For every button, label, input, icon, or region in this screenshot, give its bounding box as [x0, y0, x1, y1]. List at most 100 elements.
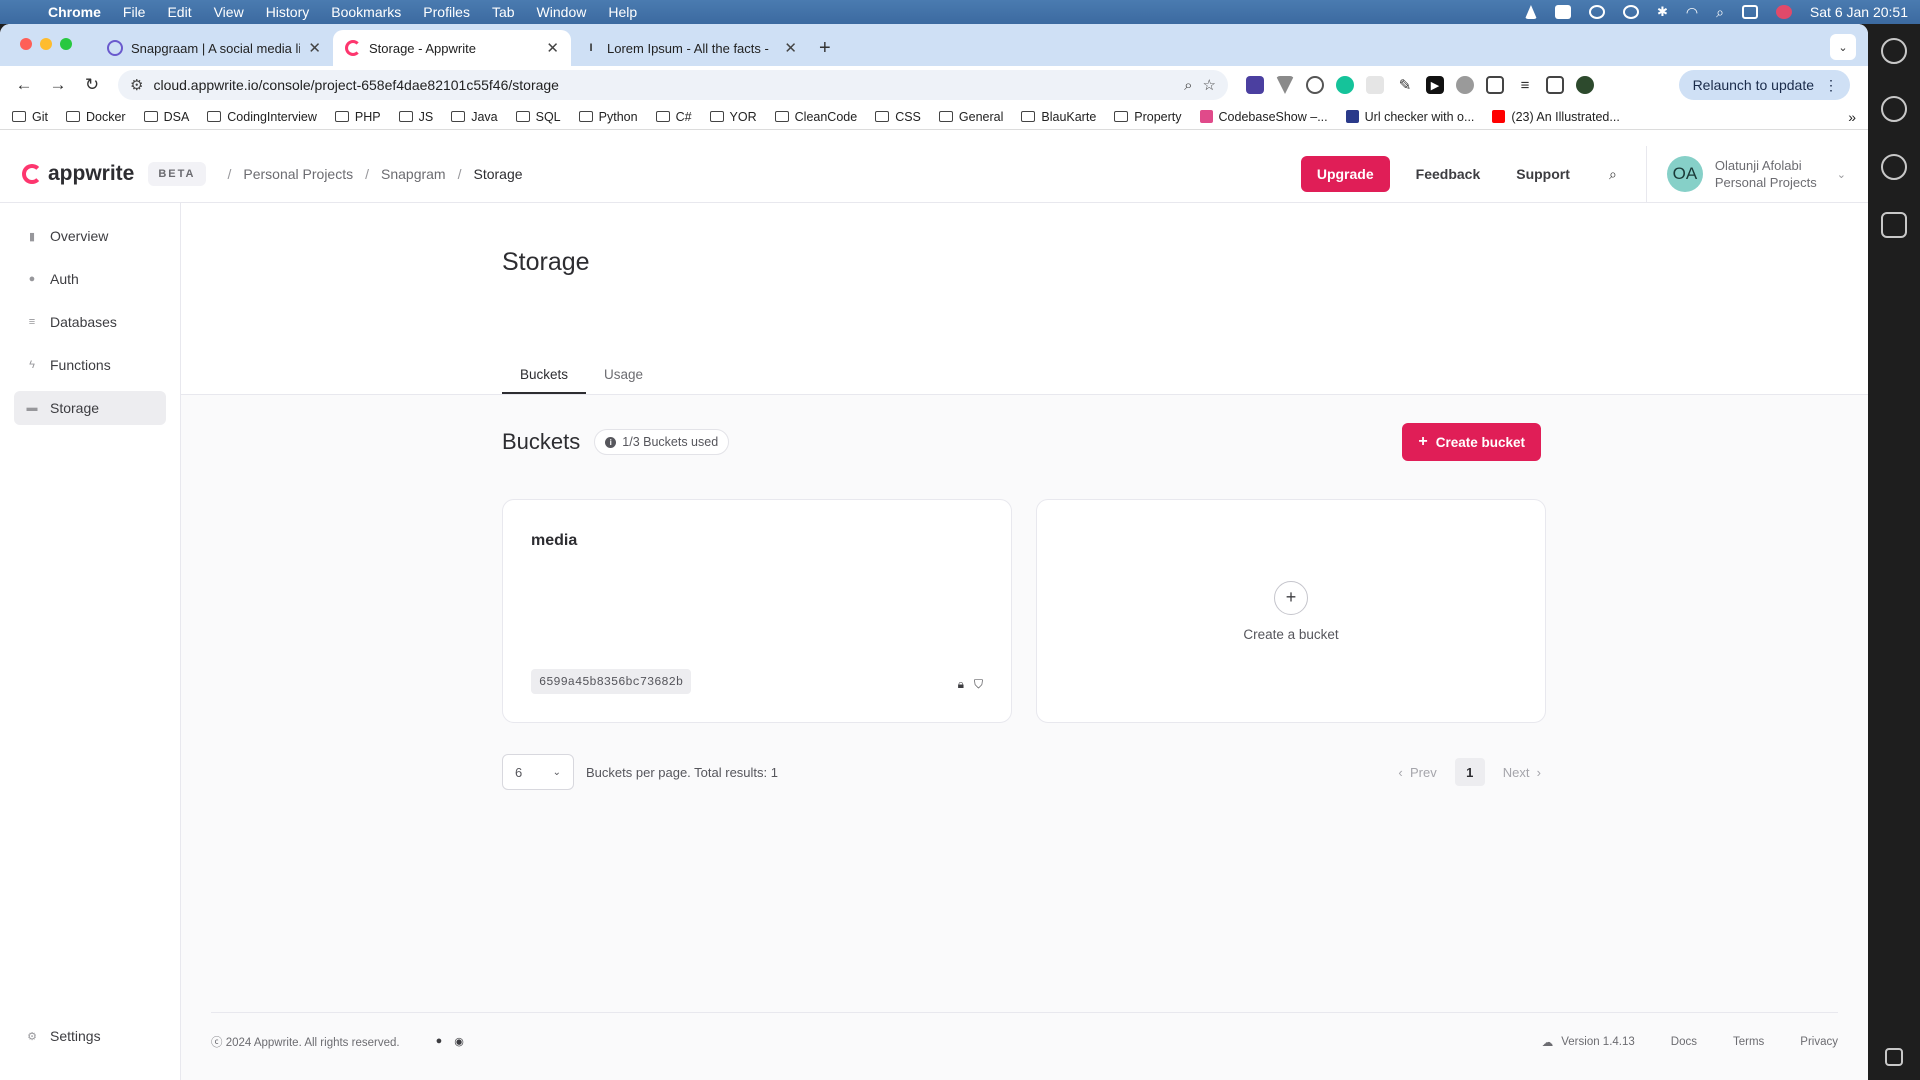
- bookmark-folder[interactable]: CleanCode: [774, 110, 857, 124]
- terms-link[interactable]: Terms: [1733, 1036, 1764, 1048]
- tab-usage[interactable]: Usage: [586, 367, 661, 394]
- bookmark-link[interactable]: Url checker with o...: [1345, 110, 1474, 124]
- sidebar-item-auth[interactable]: ● Auth: [14, 262, 166, 296]
- zoom-window-button[interactable]: [60, 38, 72, 50]
- close-tab-icon[interactable]: ✕: [546, 39, 559, 57]
- sidebar-item-overview[interactable]: ▮ Overview: [14, 219, 166, 253]
- support-button[interactable]: Support: [1506, 166, 1580, 182]
- page-number[interactable]: 1: [1454, 758, 1485, 786]
- browser-tab-lorem[interactable]: I Lorem Ipsum - All the facts - ✕: [571, 30, 809, 66]
- bell-icon[interactable]: [1881, 96, 1907, 122]
- bookmark-folder[interactable]: YOR: [709, 110, 757, 124]
- time-machine-icon[interactable]: [1622, 5, 1639, 19]
- next-page-button[interactable]: Next ›: [1503, 765, 1541, 780]
- close-window-button[interactable]: [20, 38, 32, 50]
- bookmark-folder[interactable]: General: [938, 110, 1003, 124]
- text-app-icon[interactable]: [1554, 5, 1571, 19]
- create-bucket-card[interactable]: + Create a bucket: [1036, 499, 1546, 723]
- menu-chrome[interactable]: Chrome: [48, 4, 101, 20]
- grammarly-icon[interactable]: [1336, 76, 1354, 94]
- menu-profiles[interactable]: Profiles: [423, 4, 470, 20]
- reload-icon[interactable]: ↻: [78, 71, 106, 99]
- bookmark-folder[interactable]: Java: [451, 110, 498, 124]
- extension-8-icon[interactable]: [1456, 76, 1474, 94]
- extension-5-icon[interactable]: [1366, 76, 1384, 94]
- sidebar-item-settings[interactable]: ⚙ Settings: [14, 1019, 101, 1053]
- sidebar-item-databases[interactable]: ≡ Databases: [14, 305, 166, 339]
- breadcrumb-project[interactable]: Snapgram: [381, 166, 446, 182]
- bookmark-link[interactable]: CodebaseShow –...: [1199, 110, 1328, 124]
- browser-tab-appwrite[interactable]: Storage - Appwrite ✕: [333, 30, 571, 66]
- extension-3-icon[interactable]: [1306, 76, 1324, 94]
- menu-edit[interactable]: Edit: [167, 4, 191, 20]
- vlc-icon[interactable]: [1524, 5, 1537, 19]
- expand-icon[interactable]: [1885, 1048, 1903, 1066]
- gear-icon[interactable]: [1881, 38, 1907, 64]
- zoom-icon[interactable]: ⌕: [1184, 77, 1192, 94]
- bluetooth-icon[interactable]: ✱: [1657, 4, 1668, 20]
- bookmark-folder[interactable]: Docker: [65, 110, 126, 124]
- forward-arrow-icon[interactable]: →: [44, 71, 72, 99]
- create-bucket-button[interactable]: + Create bucket: [1402, 423, 1541, 461]
- spotlight-icon[interactable]: ⌕: [1716, 4, 1724, 21]
- more-bookmarks-icon[interactable]: »: [1848, 109, 1856, 125]
- bookmark-folder[interactable]: BlauKarte: [1021, 110, 1096, 124]
- privacy-link[interactable]: Privacy: [1800, 1036, 1838, 1048]
- extension-1-icon[interactable]: [1246, 76, 1264, 94]
- address-bar[interactable]: ⚙ cloud.appwrite.io/console/project-658e…: [118, 70, 1228, 100]
- discord-icon[interactable]: ◉: [454, 1035, 464, 1048]
- back-arrow-icon[interactable]: ←: [10, 71, 38, 99]
- profile-avatar-icon[interactable]: [1576, 76, 1594, 94]
- menu-tab[interactable]: Tab: [492, 4, 515, 20]
- bookmark-folder[interactable]: PHP: [334, 110, 381, 124]
- menu-file[interactable]: File: [123, 4, 146, 20]
- pen-icon[interactable]: ✎: [1396, 76, 1414, 94]
- menu-help[interactable]: Help: [608, 4, 637, 20]
- side-panel-icon[interactable]: [1546, 76, 1564, 94]
- bookmark-folder[interactable]: DSA: [143, 110, 189, 124]
- feedback-button[interactable]: Feedback: [1406, 166, 1491, 182]
- minimize-window-button[interactable]: [40, 38, 52, 50]
- docs-link[interactable]: Docs: [1671, 1036, 1697, 1048]
- menu-view[interactable]: View: [214, 4, 244, 20]
- shield-check-icon[interactable]: [1881, 212, 1907, 238]
- site-settings-icon[interactable]: ⚙: [130, 76, 143, 94]
- control-center-icon[interactable]: [1741, 5, 1758, 19]
- tab-buckets[interactable]: Buckets: [502, 367, 587, 394]
- bookmark-folder[interactable]: Python: [578, 110, 638, 124]
- bookmark-folder[interactable]: CodingInterview: [207, 110, 317, 124]
- sidebar-item-functions[interactable]: ϟ Functions: [14, 348, 166, 382]
- bookmark-folder[interactable]: Property: [1114, 110, 1182, 124]
- menu-bookmarks[interactable]: Bookmarks: [331, 4, 401, 20]
- new-tab-button[interactable]: +: [809, 30, 841, 66]
- github-icon[interactable]: ●: [436, 1035, 443, 1048]
- search-icon[interactable]: ⌕: [1596, 166, 1630, 183]
- relaunch-button[interactable]: Relaunch to update ⋮: [1678, 70, 1850, 100]
- prev-page-button[interactable]: ‹ Prev: [1398, 765, 1436, 780]
- youtube-ext-icon[interactable]: ▶: [1426, 76, 1444, 94]
- bookmark-folder[interactable]: SQL: [515, 110, 561, 124]
- bookmark-folder[interactable]: CSS: [875, 110, 921, 124]
- tab-search-chevron-icon[interactable]: ⌄: [1830, 34, 1856, 60]
- bookmark-folder[interactable]: JS: [398, 110, 433, 124]
- bucket-card[interactable]: media 6599a45b8356bc73682b 🔒︎ ⛉: [502, 499, 1012, 723]
- menu-history[interactable]: History: [266, 4, 310, 20]
- bucket-id[interactable]: 6599a45b8356bc73682b: [531, 669, 692, 694]
- siri-icon[interactable]: [1775, 5, 1792, 19]
- wifi-icon[interactable]: ◠: [1686, 4, 1698, 21]
- close-tab-icon[interactable]: ✕: [308, 39, 321, 57]
- account-menu[interactable]: OA Olatunji Afolabi Personal Projects ⌄: [1645, 146, 1846, 202]
- upgrade-button[interactable]: Upgrade: [1300, 156, 1390, 192]
- per-page-select[interactable]: 6 ⌄: [502, 754, 574, 790]
- apple-icon[interactable]: [12, 4, 28, 20]
- extensions-puzzle-icon[interactable]: [1486, 76, 1504, 94]
- play-status-icon[interactable]: [1588, 5, 1605, 19]
- appwrite-logo[interactable]: appwrite: [22, 162, 134, 186]
- vue-devtools-icon[interactable]: [1276, 76, 1294, 94]
- bookmark-folder[interactable]: C#: [655, 110, 692, 124]
- sidebar-item-storage[interactable]: ▬ Storage: [14, 391, 166, 425]
- menu-window[interactable]: Window: [537, 4, 587, 20]
- menubar-datetime[interactable]: Sat 6 Jan 20:51: [1810, 4, 1908, 20]
- bookmark-folder[interactable]: Git: [12, 110, 48, 124]
- breadcrumb-org[interactable]: Personal Projects: [243, 166, 353, 182]
